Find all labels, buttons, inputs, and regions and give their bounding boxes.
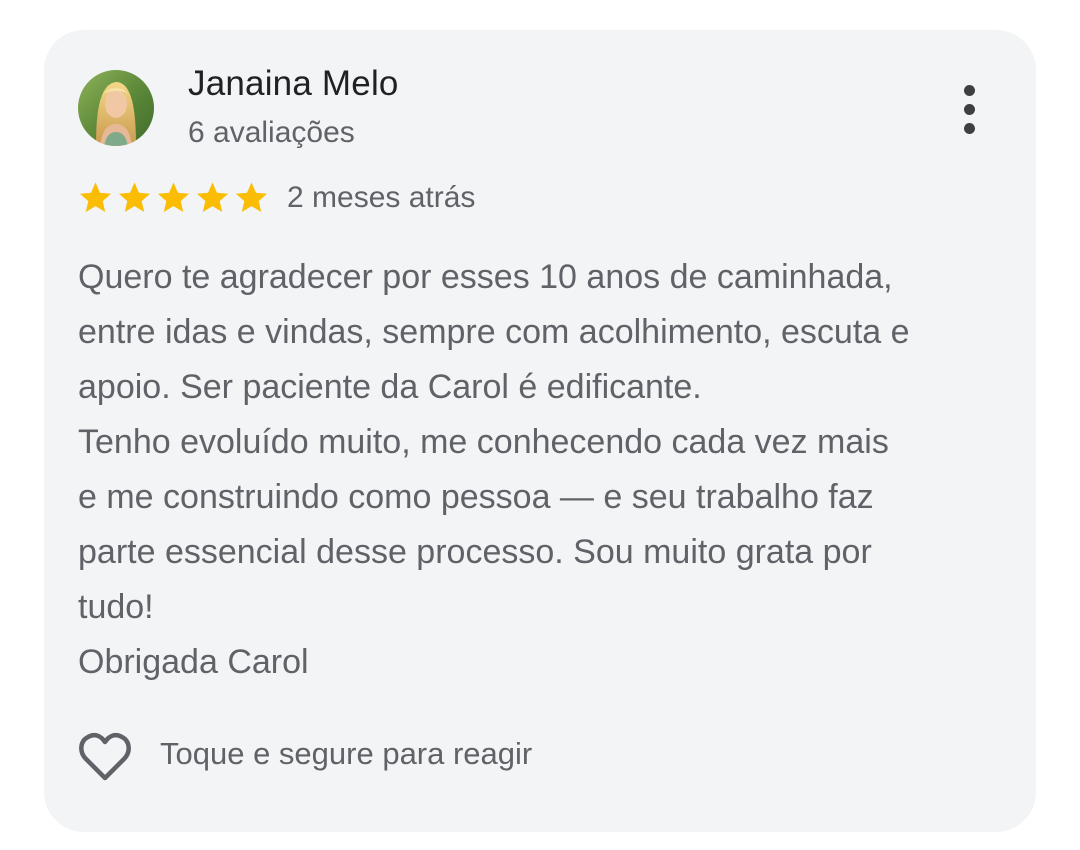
more-options-button[interactable] [950, 82, 990, 138]
review-text-line: Quero te agradecer por esses 10 anos de … [78, 258, 893, 296]
more-vert-icon-dot [964, 123, 975, 134]
star-icon [195, 180, 230, 216]
star-icon [234, 180, 269, 216]
review-card: Janaina Melo 6 avaliações 2 meses atrás … [44, 30, 1036, 832]
star-icon [117, 180, 152, 216]
author-name[interactable]: Janaina Melo [188, 64, 399, 104]
review-text-line: Tenho evoluído muito, me conhecendo cada… [78, 423, 889, 461]
react-button[interactable] [76, 728, 134, 784]
review-text-line: entre idas e vindas, sempre com acolhime… [78, 313, 910, 351]
review-text-line: parte essencial desse processo. Sou muit… [78, 533, 872, 571]
star-icon [78, 180, 113, 216]
review-text-line: e me construindo como pessoa — e seu tra… [78, 478, 874, 516]
review-text: Quero te agradecer por esses 10 anos de … [78, 250, 1018, 690]
review-text-line: apoio. Ser paciente da Carol é edificant… [78, 368, 702, 406]
more-vert-icon-dot [964, 104, 975, 115]
avatar[interactable] [78, 70, 154, 146]
review-text-line: Obrigada Carol [78, 643, 309, 681]
review-text-line: tudo! [78, 588, 154, 626]
star-icon [156, 180, 191, 216]
heart-outline-icon [79, 732, 131, 781]
react-hint: Toque e segure para reagir [160, 736, 533, 771]
review-time: 2 meses atrás [287, 181, 476, 214]
more-vert-icon [964, 85, 975, 96]
author-review-count: 6 avaliações [188, 116, 355, 149]
star-rating [78, 180, 269, 216]
